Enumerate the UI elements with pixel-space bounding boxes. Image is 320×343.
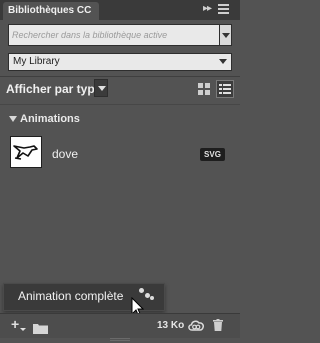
creative-cloud-sync-icon[interactable] xyxy=(187,318,205,332)
folder-icon[interactable] xyxy=(33,321,48,334)
asset-type-badge: SVG xyxy=(200,148,225,161)
asset-name[interactable]: dove xyxy=(52,147,78,161)
trash-icon[interactable] xyxy=(213,318,223,331)
collapse-panel-icon[interactable]: ▸▸ xyxy=(203,3,212,14)
panel-menu-icon[interactable] xyxy=(218,4,229,15)
add-menu-caret-icon[interactable] xyxy=(20,328,26,331)
chevron-down-icon xyxy=(219,59,227,64)
view-by-dropdown-button[interactable] xyxy=(94,79,108,97)
search-dropdown-button[interactable] xyxy=(220,24,232,46)
library-select-value: My Library xyxy=(13,56,60,67)
view-by-select[interactable]: Afficher par type xyxy=(6,82,101,96)
panel-tab[interactable]: Bibliothèques CC xyxy=(3,2,99,20)
section-expand-caret-icon[interactable] xyxy=(9,116,17,122)
list-view-icon[interactable] xyxy=(216,80,234,98)
popup-label: Animation complète xyxy=(18,289,124,303)
add-icon[interactable]: + xyxy=(11,317,19,331)
section-title[interactable]: Animations xyxy=(20,113,80,125)
library-size-text: 13 Ko xyxy=(157,320,185,331)
dove-bird-icon[interactable] xyxy=(10,136,42,168)
divider xyxy=(0,76,240,77)
library-select[interactable]: My Library xyxy=(8,53,232,71)
resize-handle[interactable] xyxy=(110,338,130,342)
grid-view-icon[interactable] xyxy=(198,83,210,95)
divider xyxy=(0,104,240,105)
search-input[interactable]: Rechercher dans la bibliothèque active xyxy=(8,24,220,46)
